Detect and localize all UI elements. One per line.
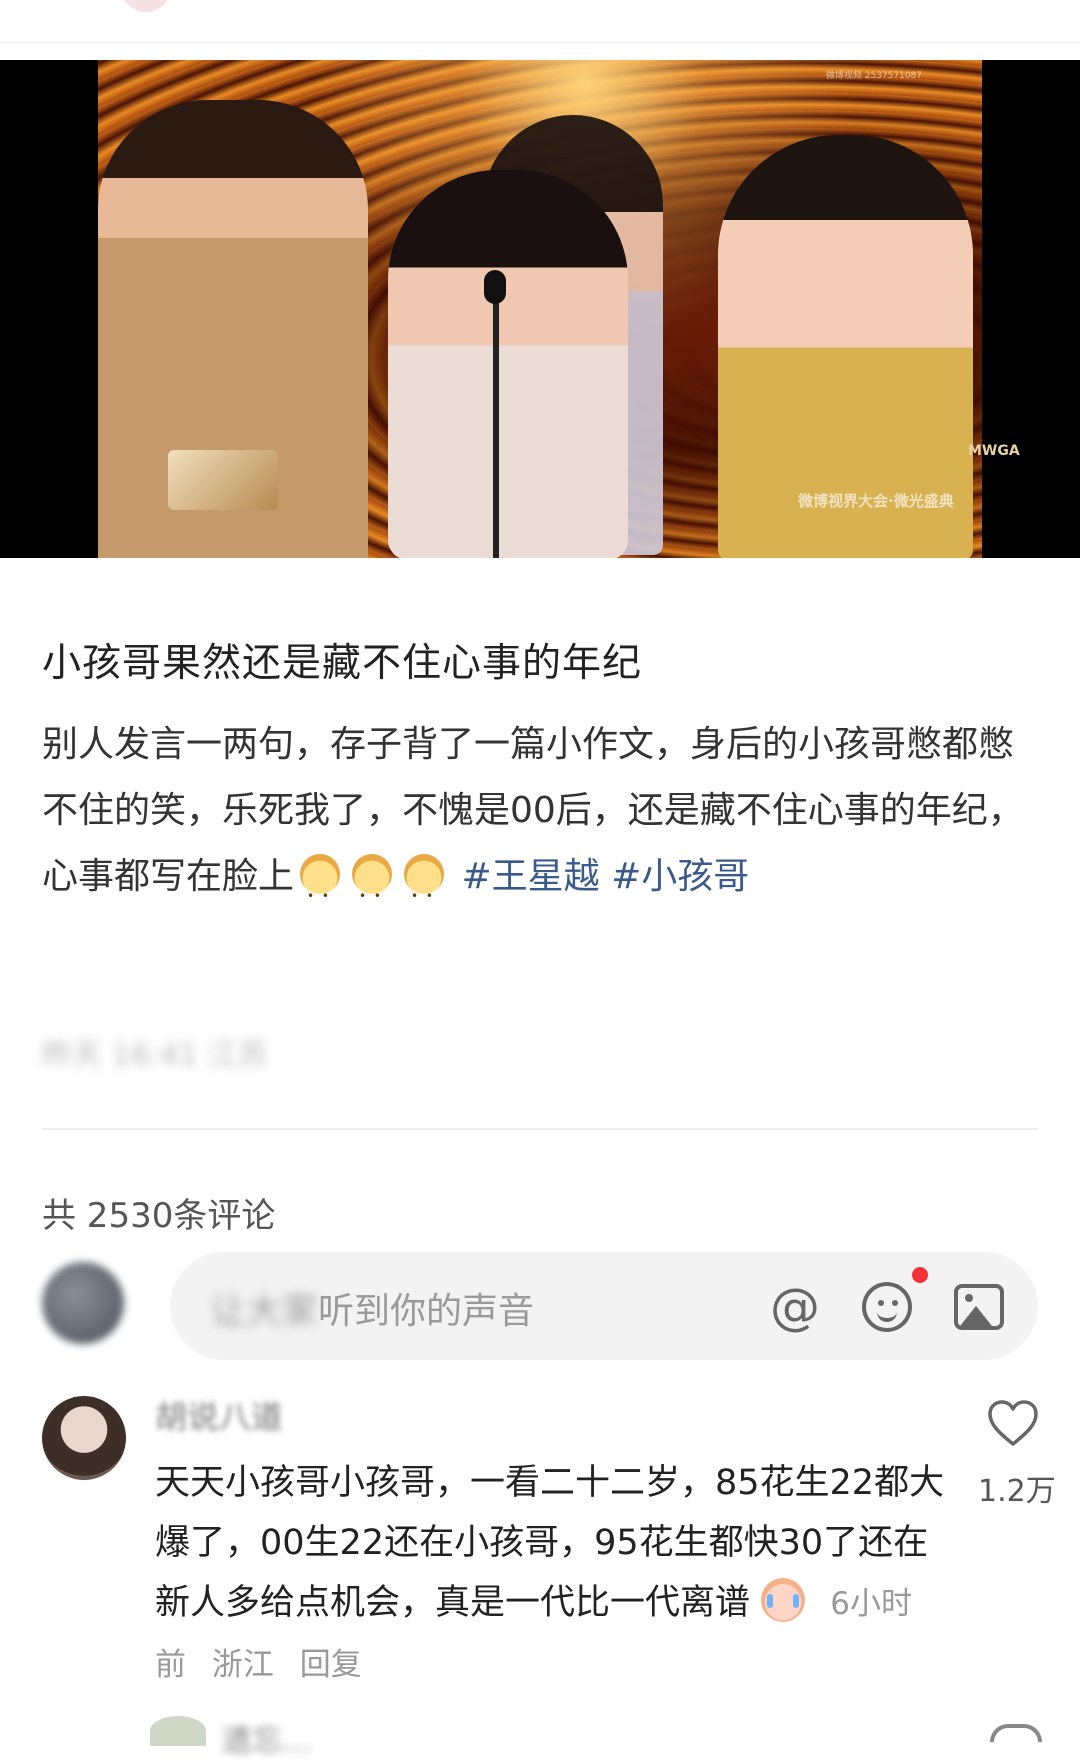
post-video[interactable]: 微博视频 2537571087 MWGA 微博视界大会·微光盛典 [0,60,1080,558]
reply-button[interactable]: 回复 [300,1647,362,1683]
trophy [168,450,278,510]
comment-location: 浙江 [211,1647,274,1683]
comment-body: 天天小孩哥小孩哥，一看二十二岁，85花生22都大爆了，00生22还在小孩哥，95… [155,1453,945,1695]
bun-emoji-icon [352,854,393,929]
at-icon[interactable]: @ [768,1280,822,1334]
comment-count: 共 2530条评论 [42,1196,276,1236]
event-banner: 微博视界大会·微光盛典 [798,492,954,510]
post-meta: 昨天 16:41 江苏 [42,1038,268,1073]
comment-input-placeholder[interactable]: 让大家听到你的声音 [210,1282,534,1334]
notification-dot [912,1267,928,1283]
author-avatar[interactable] [120,0,172,12]
commenter-avatar[interactable] [42,1396,126,1480]
next-commenter-avatar[interactable] [150,1716,206,1746]
like-count: 1.2万 [978,1474,1056,1509]
top-bar [0,0,1080,43]
divider [42,1128,1038,1130]
event-logo: MWGA [968,443,1020,459]
heart-icon[interactable] [988,1400,1038,1448]
next-commenter-name[interactable]: 遗忘… [222,1716,312,1760]
comment-text: 天天小孩哥小孩哥，一看二十二岁，85花生22都大爆了，00生22还在小孩哥，95… [155,1463,945,1623]
topic-link-xiaohaige[interactable]: #小孩哥 [611,856,749,897]
crying-emoji-icon [761,1578,806,1622]
bun-emoji-icon [404,854,445,929]
bun-emoji-icon [300,854,341,929]
placeholder-blurred: 让大家 [210,1291,319,1332]
microphone-stand [493,275,499,558]
post-body: 别人发言一两句，存子背了一篇小作文，身后的小孩哥憋都憋不住的笑，乐死我了，不愧是… [42,712,1042,929]
placeholder-text: 听到你的声音 [318,1291,535,1332]
video-watermark: 微博视频 2537571087 [825,71,922,81]
topic-link-wangxingyue[interactable]: #王星越 [461,856,599,897]
image-icon[interactable] [954,1284,1004,1330]
post-title: 小孩哥果然还是藏不住心事的年纪 [42,641,643,686]
commenter-name[interactable]: 胡说八道 [155,1392,283,1438]
video-frame: 微博视频 2537571087 MWGA 微博视界大会·微光盛典 [98,60,1020,558]
microphone [484,270,506,304]
person-speaker [388,170,628,558]
heart-icon[interactable] [990,1724,1042,1742]
my-avatar [42,1262,124,1344]
emoji-icon[interactable] [862,1282,912,1332]
